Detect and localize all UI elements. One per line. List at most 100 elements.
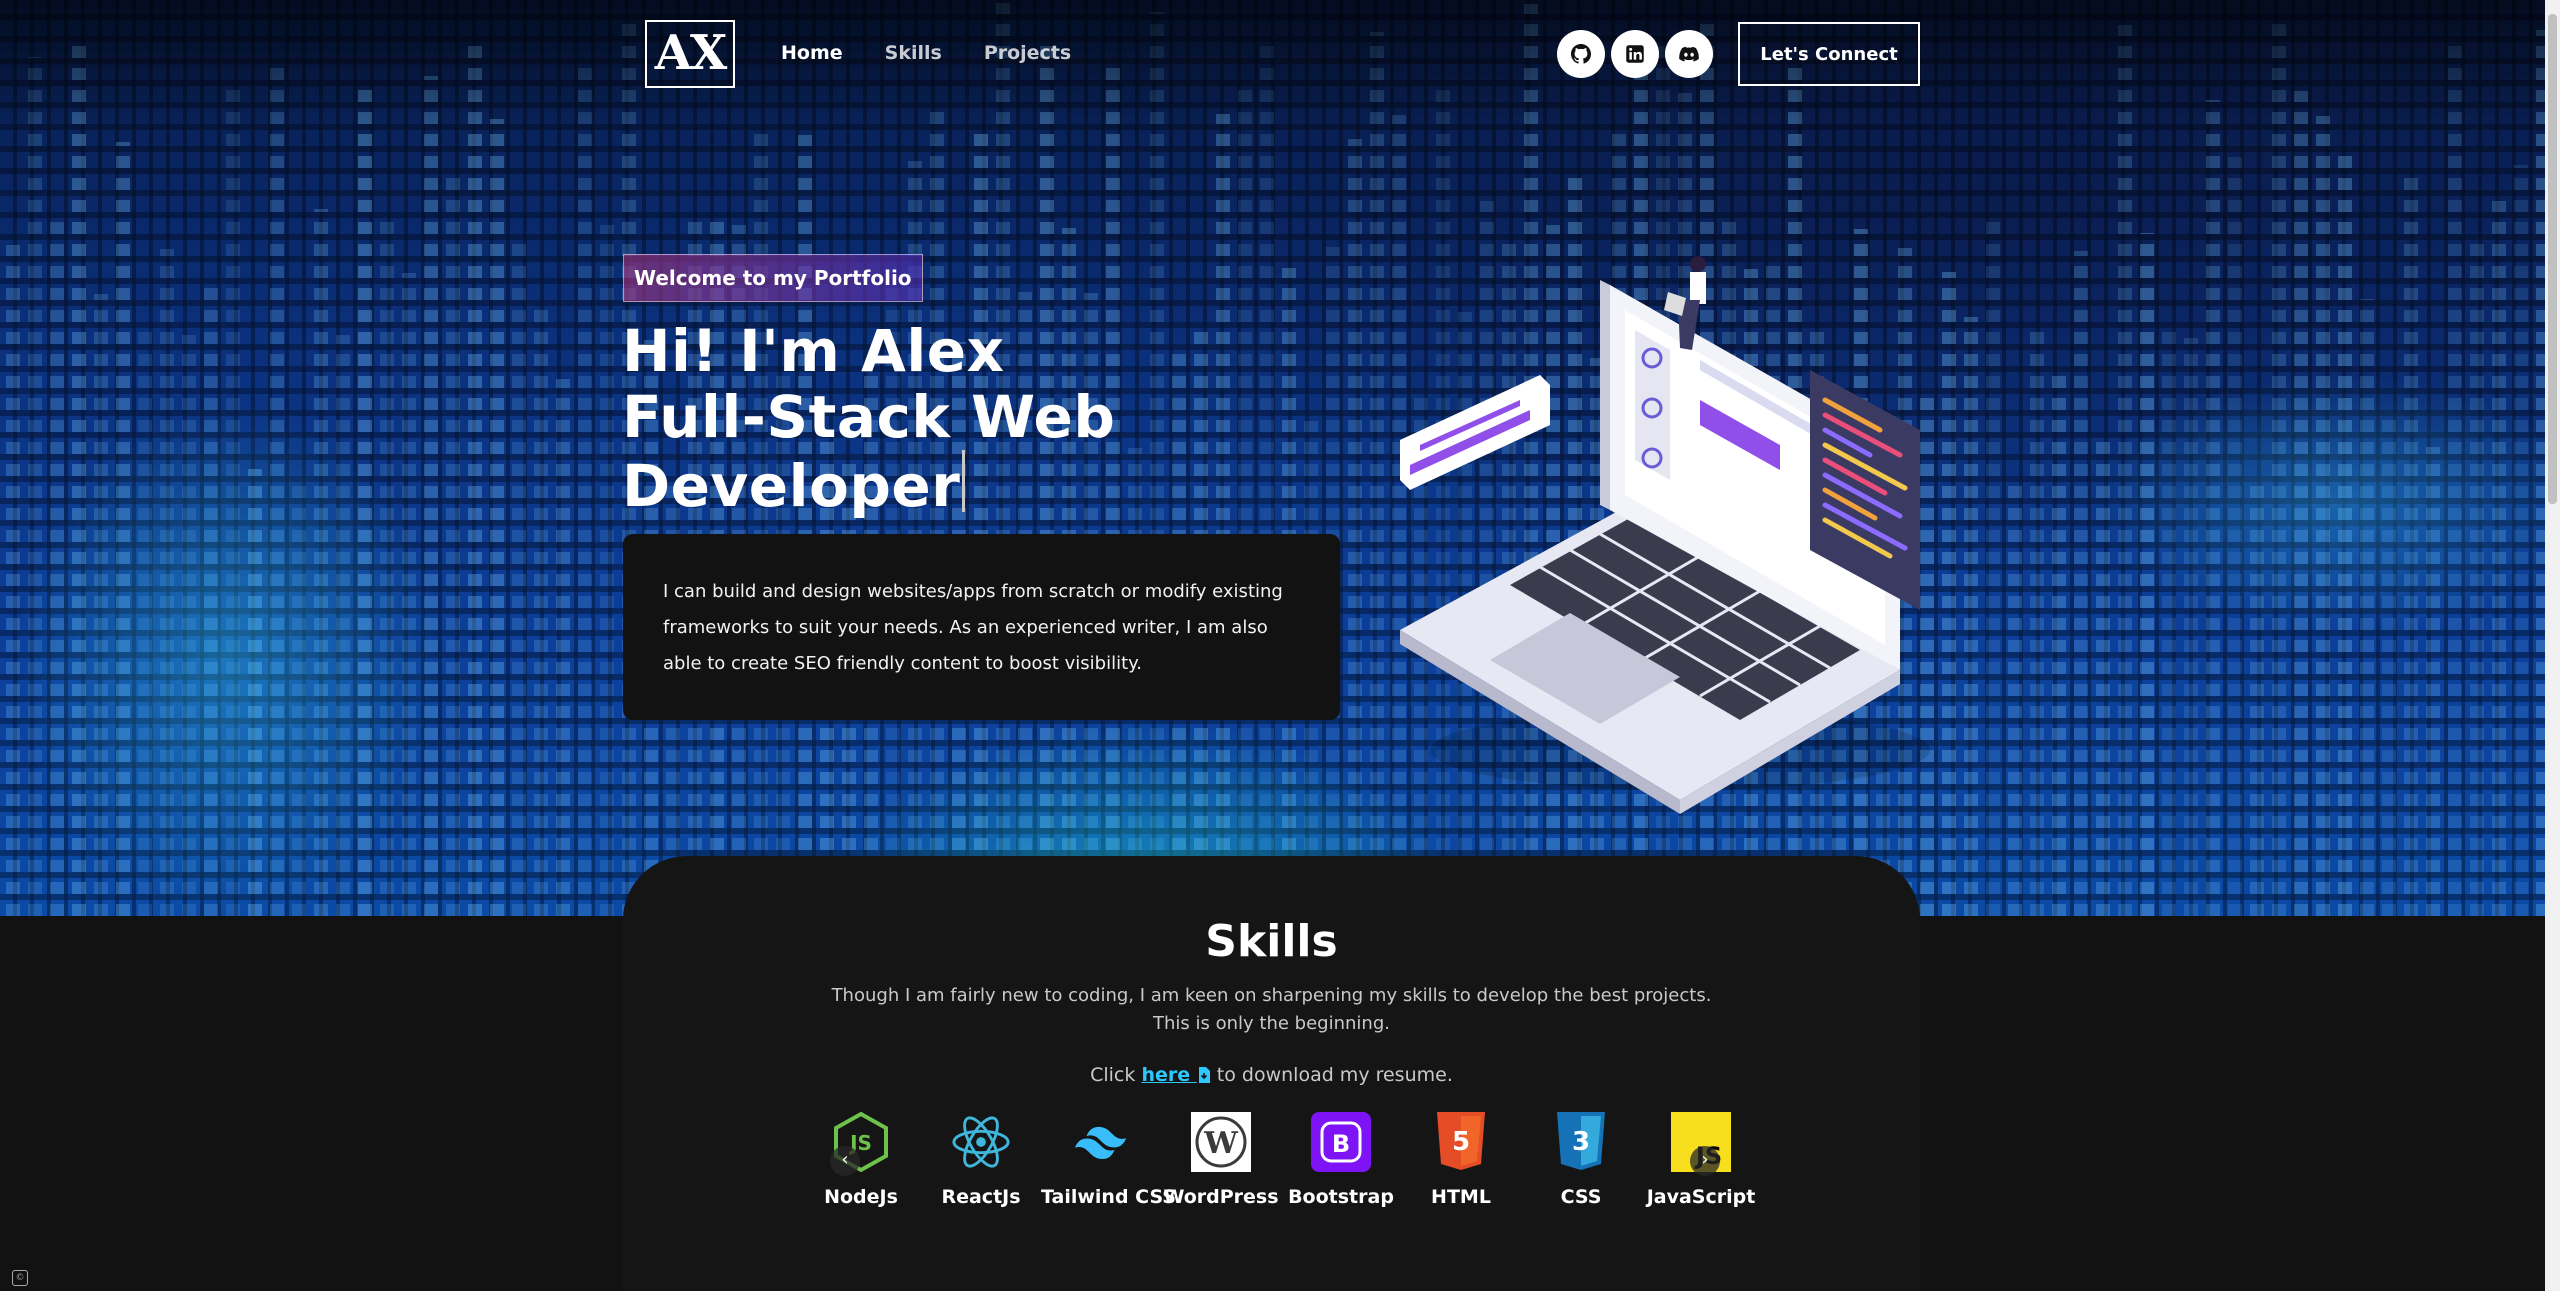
- resume-suffix: to download my resume.: [1216, 1064, 1453, 1086]
- binary-column: [556, 379, 570, 916]
- binary-column: [1194, 330, 1208, 916]
- nav-link-projects[interactable]: Projects: [984, 42, 1071, 64]
- github-button[interactable]: [1557, 30, 1605, 78]
- binary-column: [424, 76, 438, 916]
- binary-column: [204, 280, 218, 916]
- binary-column: [50, 221, 64, 916]
- resume-download-link[interactable]: here: [1141, 1064, 1210, 1086]
- lets-connect-button[interactable]: Let's Connect: [1738, 22, 1920, 86]
- binary-column: [1524, 4, 1538, 916]
- binary-column: [292, 477, 306, 916]
- binary-column: [1568, 168, 1582, 916]
- binary-column: [336, 335, 350, 916]
- github-icon: [1571, 44, 1591, 64]
- discord-button[interactable]: [1665, 30, 1713, 78]
- binary-column: [776, 371, 790, 916]
- discord-icon: [1679, 46, 1699, 62]
- binary-column: [2316, 116, 2330, 916]
- binary-column: [380, 222, 394, 916]
- binary-column: [930, 107, 944, 916]
- ax-logo[interactable]: AX: [645, 20, 735, 88]
- linkedin-button[interactable]: [1611, 30, 1659, 78]
- binary-column: [1744, 269, 1758, 916]
- binary-column: [1348, 139, 1362, 916]
- svg-text:3: 3: [1572, 1127, 1590, 1157]
- skill-label: HTML: [1431, 1186, 1491, 1208]
- nav-link-skills[interactable]: Skills: [885, 42, 942, 64]
- binary-column: [1062, 228, 1076, 916]
- intro-text: I can build and design websites/apps fro…: [663, 581, 1283, 674]
- nav-link-home[interactable]: Home: [781, 42, 843, 64]
- top-navbar: AX Home Skills Projects Let's Connect: [0, 0, 2545, 110]
- react-icon: [951, 1112, 1011, 1172]
- binary-column: [908, 161, 922, 916]
- resume-line: Click here to download my resume.: [623, 1064, 1920, 1086]
- hero-section: Welcome to my Portfolio Hi! I'm Alex Ful…: [0, 0, 2545, 916]
- svg-text:W: W: [1203, 1126, 1239, 1161]
- tailwind-icon: [1071, 1112, 1131, 1172]
- binary-column: [160, 249, 174, 916]
- binary-column: [1920, 393, 1934, 916]
- binary-column: [314, 209, 328, 916]
- carousel-prev-button[interactable]: ‹: [830, 1146, 860, 1176]
- binary-column: [534, 301, 548, 916]
- binary-column: [138, 328, 152, 916]
- binary-column: [512, 235, 526, 916]
- binary-column: [864, 373, 878, 916]
- skill-item-html: 5 HTML: [1401, 1112, 1521, 1208]
- binary-column: [2074, 251, 2088, 916]
- binary-column: [2206, 100, 2220, 916]
- typing-cursor: [962, 450, 966, 512]
- binary-column: [1106, 62, 1120, 916]
- binary-column: [1216, 114, 1230, 916]
- binary-column: [2140, 233, 2154, 916]
- binary-column: [952, 342, 966, 916]
- resume-prefix: Click: [1090, 1064, 1136, 1086]
- html5-icon: 5: [1431, 1112, 1491, 1172]
- binary-column: [1304, 421, 1318, 916]
- binary-column: [116, 142, 130, 916]
- skill-label: WordPress: [1163, 1186, 1279, 1208]
- skill-item-bootstrap: B Bootstrap: [1281, 1112, 1401, 1208]
- binary-column: [1788, 60, 1802, 916]
- welcome-tagline: Welcome to my Portfolio: [623, 254, 923, 302]
- binary-column: [2514, 165, 2528, 916]
- page-scrollbar[interactable]: [2545, 0, 2560, 1291]
- binary-column: [1766, 264, 1780, 916]
- binary-column: [248, 469, 262, 916]
- css3-icon: 3: [1551, 1112, 1611, 1172]
- skill-label: NodeJs: [824, 1186, 898, 1208]
- extension-icon[interactable]: ©: [12, 1270, 28, 1286]
- binary-column: [270, 60, 284, 916]
- binary-column: [1172, 353, 1186, 916]
- skill-label: CSS: [1560, 1186, 1602, 1208]
- binary-column: [1370, 32, 1384, 916]
- carousel-next-button[interactable]: ›: [1690, 1146, 1720, 1176]
- skill-item-css: 3 CSS: [1521, 1112, 1641, 1208]
- binary-column: [2360, 299, 2374, 916]
- binary-column: [94, 294, 108, 916]
- binary-column: [468, 39, 482, 916]
- binary-column: [226, 88, 240, 916]
- headline-line-3: Developer: [622, 452, 961, 520]
- binary-column: [2470, 242, 2484, 916]
- binary-column: [1326, 247, 1340, 916]
- wordpress-icon: W: [1191, 1112, 1251, 1172]
- binary-column: [710, 219, 724, 916]
- nav-links: Home Skills Projects: [781, 42, 1071, 64]
- binary-column: [1436, 82, 1450, 916]
- binary-column: [2118, 25, 2132, 916]
- scrollbar-thumb[interactable]: [2548, 14, 2557, 504]
- skills-description: Though I am fairly new to coding, I am k…: [623, 982, 1920, 1038]
- svg-text:5: 5: [1452, 1127, 1470, 1157]
- skills-title: Skills: [1205, 916, 1338, 967]
- binary-column: [2052, 375, 2066, 916]
- skills-carousel[interactable]: JS NodeJs ReactJs Tailwind CSS W WordPre…: [815, 1112, 1755, 1282]
- binary-column: [2492, 201, 2506, 916]
- laptop-illustration: [1400, 256, 1930, 814]
- binary-column: [754, 132, 768, 916]
- binary-column: [1238, 84, 1252, 916]
- binary-column: [2338, 152, 2352, 916]
- binary-column: [2162, 329, 2176, 916]
- headline-line-2: Full-Stack Web: [622, 383, 1116, 451]
